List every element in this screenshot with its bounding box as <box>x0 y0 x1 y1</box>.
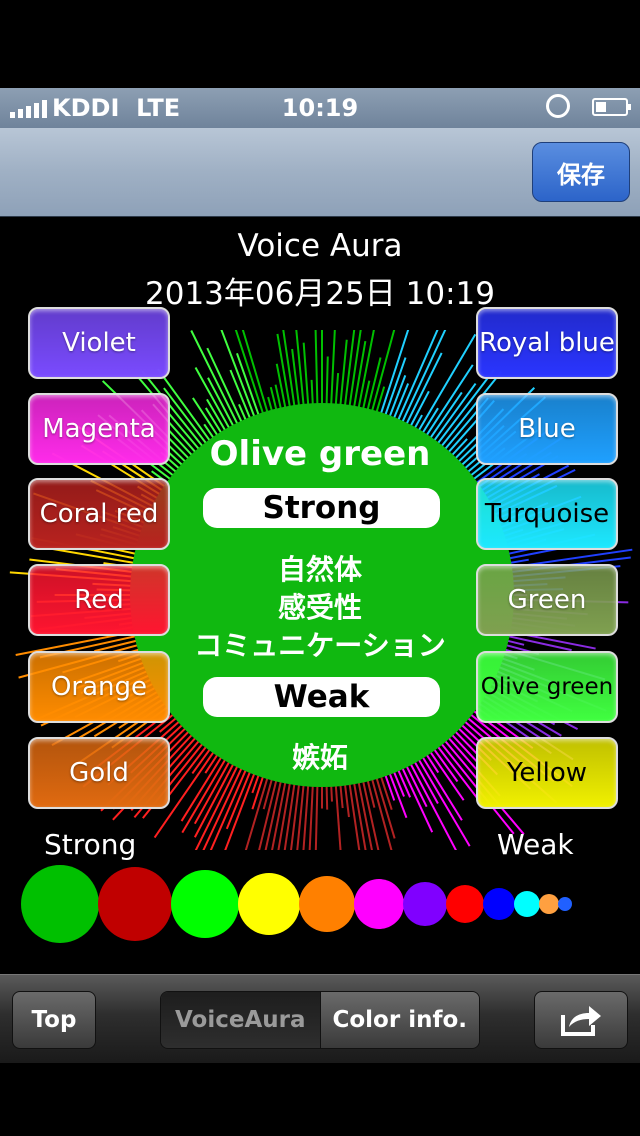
view-switcher: VoiceAura Color info. <box>160 991 480 1049</box>
aura-ray <box>330 784 333 802</box>
status-time: 10:19 <box>281 94 359 122</box>
aura-ray <box>325 356 329 406</box>
strength-dot <box>171 870 239 938</box>
aura-ray <box>343 783 350 818</box>
aura-ray <box>314 330 319 406</box>
aura-ray <box>282 330 296 408</box>
weak-badge: Weak <box>203 677 440 717</box>
strength-dot <box>21 865 99 943</box>
aura-ray <box>267 396 274 412</box>
bottom-toolbar: Top VoiceAura Color info. <box>0 974 640 1063</box>
share-button[interactable] <box>534 991 628 1049</box>
tab-voiceaura[interactable]: VoiceAura <box>161 992 320 1048</box>
strength-dot <box>354 879 404 929</box>
share-icon <box>561 1006 601 1036</box>
strong-trait-3: コミュニケーション <box>194 629 446 662</box>
left-color-button-violet[interactable]: Violet <box>28 307 170 379</box>
aura-ray <box>314 784 319 850</box>
strength-dot <box>98 867 172 941</box>
left-color-button-coral-red[interactable]: Coral red <box>28 478 170 550</box>
aura-ray <box>348 330 362 408</box>
strong-trait-2: 感受性 <box>277 591 362 624</box>
strength-dot <box>483 888 515 920</box>
tab-color-info[interactable]: Color info. <box>319 992 479 1048</box>
strength-dot <box>403 882 447 926</box>
aura-ray <box>308 784 314 850</box>
legend-weak: Weak <box>497 828 574 861</box>
aura-ray <box>330 330 336 406</box>
aura-color-name: Olive green <box>209 434 431 474</box>
aura-ray <box>251 775 265 810</box>
aura-ray <box>348 782 361 850</box>
aura-ray <box>339 784 344 809</box>
rotation-lock-icon <box>546 94 570 118</box>
strength-dot <box>539 894 559 914</box>
right-color-button-turquoise[interactable]: Turquoise <box>476 478 618 550</box>
status-bar: KDDI LTE 10:19 <box>0 88 640 128</box>
aura-ray <box>302 342 310 406</box>
strong-badge: Strong <box>203 488 440 528</box>
save-button[interactable]: 保存 <box>532 142 630 202</box>
navigation-bar: 保存 <box>0 128 640 217</box>
strength-dot <box>446 885 484 923</box>
strength-dot <box>558 897 572 911</box>
app-title: Voice Aura <box>237 228 403 264</box>
strength-dot <box>238 873 300 935</box>
legend-strong: Strong <box>44 828 137 861</box>
weak-trait-1: 嫉妬 <box>291 741 348 774</box>
battery-icon <box>592 98 631 116</box>
strong-trait-1: 自然体 <box>277 553 362 586</box>
aura-ray <box>370 330 396 412</box>
top-button[interactable]: Top <box>12 991 96 1049</box>
strength-dot <box>514 891 540 917</box>
aura-ray <box>334 373 340 406</box>
aura-ray <box>325 784 329 810</box>
aura-ray <box>310 379 314 406</box>
right-color-button-royal-blue[interactable]: Royal blue <box>476 307 618 379</box>
strength-dot <box>299 876 355 932</box>
aura-ray <box>401 330 447 424</box>
aura-ray <box>379 775 393 810</box>
aura-ray <box>296 784 305 850</box>
